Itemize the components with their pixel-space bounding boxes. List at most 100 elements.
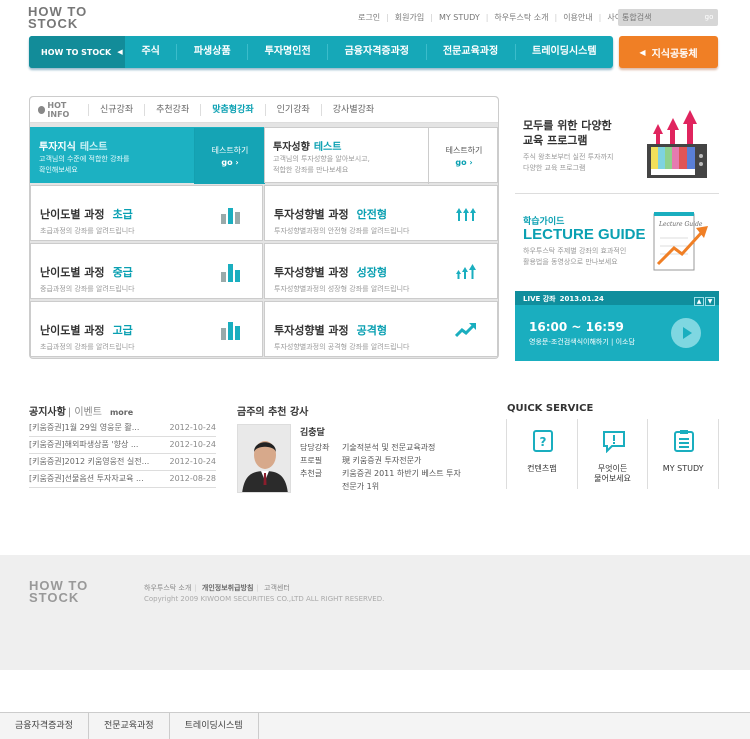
card-subtitle: 투자성향별과정의 공격형 강좌를 알려드립니다 (274, 343, 410, 351)
instructor-photo[interactable] (237, 424, 291, 493)
list-item[interactable]: [키움증권]1월 29일 영웅문 활... 2012-10-24 (29, 420, 216, 437)
quick-label: 컨텐츠맵 (507, 464, 577, 474)
quick-label-line: MY STUDY (662, 464, 704, 473)
list-item[interactable]: [키움증권]선물옵션 투자자교육 ... 2012-08-28 (29, 471, 216, 488)
live-date: 2013.01.24 (559, 295, 604, 303)
list-item[interactable]: [키움증권]2012 키움영웅전 실전... 2012-10-24 (29, 454, 216, 471)
nav-brand[interactable]: HOW TO STOCK ◀ (29, 36, 125, 68)
lecture-guide-banner[interactable]: 학습가이드 LECTURE GUIDE 하우투스탁 주제별 강좌의 효과적인 활용… (515, 200, 719, 284)
info-row: 전문가 1위 (300, 480, 482, 493)
event-tab[interactable]: | 이벤트 (68, 407, 102, 418)
knowledge-test-card[interactable]: 투자지식 테스트 고객님의 수준에 적합한 강좌를 확인해보세요 테스트하기 go … (30, 127, 265, 184)
footer-about-link[interactable]: 하우투스탁 소개 (144, 584, 191, 592)
desc-line: 고객님의 투자성향을 알아보시고, (273, 155, 370, 163)
card-subtitle: 중급과정의 강좌를 알려드립니다 (40, 285, 135, 293)
about-link[interactable]: 하우투스탁 소개 (488, 12, 554, 23)
info-row: 추천글 키움증권 2011 하반기 베스트 투자 (300, 467, 482, 480)
quick-my-study[interactable]: MY STUDY (647, 419, 720, 489)
bottom-link-certification[interactable]: 금융자격증과정 (0, 713, 89, 739)
chevron-left-icon: ◀ (639, 47, 646, 57)
card-title: 난이도별 과정 중급 (40, 264, 133, 280)
quick-label-line: 컨텐츠맵 (527, 464, 557, 473)
site-logo[interactable]: HOW TO STOCK (28, 5, 88, 32)
course-card-aggressive[interactable]: 투자성향별 과정 공격형 투자성향별과정의 공격형 강좌를 알려드립니다 (264, 301, 498, 357)
card-title-accent: 공격형 (356, 324, 388, 337)
quick-service-title: QUICK SERVICE (507, 403, 594, 414)
live-time: 16:00 ~ 16:59 (529, 320, 624, 334)
nav-item-derivatives[interactable]: 파생상품 (176, 44, 247, 60)
tendency-test-card[interactable]: 투자성향 테스트 고객님의 투자성향을 알아보시고, 적합한 강좌를 만나보세요 테… (264, 127, 499, 184)
take-test-button[interactable]: 테스트하기 go › (195, 128, 265, 184)
chevron-down-icon[interactable]: ▼ (705, 297, 715, 306)
bar-chart-icon (221, 322, 240, 340)
banner-desc: 주식 왕초보부터 실전 투자까지 다양한 교육 프로그램 (523, 152, 613, 174)
course-card-growth[interactable]: 투자성향별 과정 성장형 투자성향별과정의 성장형 강좌를 알려드립니다 (264, 243, 498, 299)
notice-text: [키움증권]2012 키움영웅전 실전... (29, 457, 150, 466)
top-utility-nav: 로그인| 회원가입| MY STUDY| 하우투스탁 소개| 이용안내| 사이트… (352, 12, 643, 23)
live-lecture-box[interactable]: LIVE 강좌 2013.01.24 ▲ ▼ 16:00 ~ 16:59 영웅문-조… (515, 291, 719, 361)
card-title-accent: 테스트 (313, 142, 342, 153)
nav-brand-label: HOW TO STOCK (41, 47, 112, 57)
card-title-text: 투자성향 (273, 142, 310, 153)
nav-item-masters[interactable]: 투자명인전 (247, 44, 327, 60)
take-test-button[interactable]: 테스트하기 go › (429, 128, 499, 184)
nav-item-professional[interactable]: 전문교육과정 (425, 44, 515, 60)
card-title-accent: 안전형 (356, 208, 388, 221)
main-nav: HOW TO STOCK ◀ 주식 파생상품 투자명인전 금융자격증과정 전문교육… (29, 36, 613, 68)
education-program-banner[interactable]: 모두를 위한 다양한 교육 프로그램 주식 왕초보부터 실전 투자까지 다양한 교육… (515, 96, 719, 191)
chevron-left-icon: ◀ (117, 48, 123, 56)
chevron-up-icon[interactable]: ▲ (694, 297, 704, 306)
signup-link[interactable]: 회원가입 (389, 12, 430, 23)
nav-knowledge-community[interactable]: ◀ 지식공동체 (619, 36, 718, 68)
notice-header: 공지사항 | 이벤트 more (29, 403, 133, 418)
notice-date: 2012-10-24 (169, 457, 217, 466)
instructor-name[interactable]: 김충달 (300, 425, 325, 438)
list-item[interactable]: [키움증권]해외파생상품 '향상 ... 2012-10-24 (29, 437, 216, 454)
login-link[interactable]: 로그인 (352, 12, 386, 23)
play-icon[interactable] (671, 318, 701, 348)
tab-new[interactable]: 신규강좌 (88, 103, 144, 116)
card-subtitle: 초급과정의 강좌를 알려드립니다 (40, 343, 135, 351)
quick-content-map[interactable]: ? 컨텐츠맵 (506, 419, 578, 489)
nav-item-certification[interactable]: 금융자격증과정 (327, 44, 425, 60)
nav-item-stocks[interactable]: 주식 (125, 44, 176, 60)
speech-bubble-alert-icon (602, 431, 625, 453)
course-card-intermediate[interactable]: 난이도별 과정 중급 중급과정의 강좌를 알려드립니다 (30, 243, 263, 299)
footer-support-link[interactable]: 고객센터 (264, 584, 290, 592)
card-title: 난이도별 과정 초급 (40, 206, 133, 222)
desc-line: 다양한 교육 프로그램 (523, 164, 586, 172)
card-title-accent: 테스트 (79, 142, 108, 153)
course-card-safe[interactable]: 투자성향별 과정 안전형 투자성향별과정의 안전형 강좌를 알려드립니다 (264, 185, 498, 241)
notice-text: [키움증권]해외파생상품 '향상 ... (29, 440, 139, 449)
bottom-link-professional[interactable]: 전문교육과정 (89, 713, 170, 739)
footer (0, 555, 750, 670)
more-link[interactable]: more (110, 408, 133, 417)
lecture-guide-book-icon: Lecture Guide (653, 212, 708, 271)
card-title-text: 난이도별 과정 (40, 324, 105, 337)
search-box: go (618, 9, 718, 26)
course-card-advanced[interactable]: 난이도별 과정 고급 초급과정의 강좌를 알려드립니다 (30, 301, 263, 357)
card-title: 투자성향 테스트 (273, 138, 341, 153)
tab-by-instructor[interactable]: 강사별강좌 (320, 103, 385, 116)
course-card-beginner[interactable]: 난이도별 과정 초급 초급과정의 강좌를 알려드립니다 (30, 185, 263, 241)
footer-privacy-link[interactable]: 개인정보취급방침 (202, 584, 254, 592)
card-title-accent: 성장형 (356, 266, 388, 279)
quick-ask-anything[interactable]: 무엇이든 물어보세요 (576, 419, 649, 489)
nav-item-trading[interactable]: 트레이딩시스템 (514, 44, 613, 60)
book-label-text: Lecture Guide (658, 221, 703, 228)
tab-popular[interactable]: 인기강좌 (264, 103, 321, 116)
card-subtitle: 투자성향별과정의 안전형 강좌를 알려드립니다 (274, 227, 410, 235)
footer-logo[interactable]: HOW TO STOCK (29, 579, 89, 606)
my-study-link[interactable]: MY STUDY (433, 13, 486, 22)
guide-link[interactable]: 이용안내 (557, 12, 598, 23)
live-header-label: LIVE 강좌 2013.01.24 (523, 294, 604, 304)
quick-label: MY STUDY (648, 464, 718, 474)
notice-tab[interactable]: 공지사항 (29, 407, 66, 418)
search-input[interactable] (618, 9, 698, 26)
tab-customized[interactable]: 맞춤형강좌 (200, 103, 264, 116)
title-line: 교육 프로그램 (523, 134, 588, 147)
card-title-text: 투자성향별 과정 (274, 266, 349, 279)
bottom-link-trading[interactable]: 트레이딩시스템 (170, 713, 259, 739)
search-go-button[interactable]: go (702, 11, 716, 24)
tab-recommended[interactable]: 추천강좌 (144, 103, 200, 116)
